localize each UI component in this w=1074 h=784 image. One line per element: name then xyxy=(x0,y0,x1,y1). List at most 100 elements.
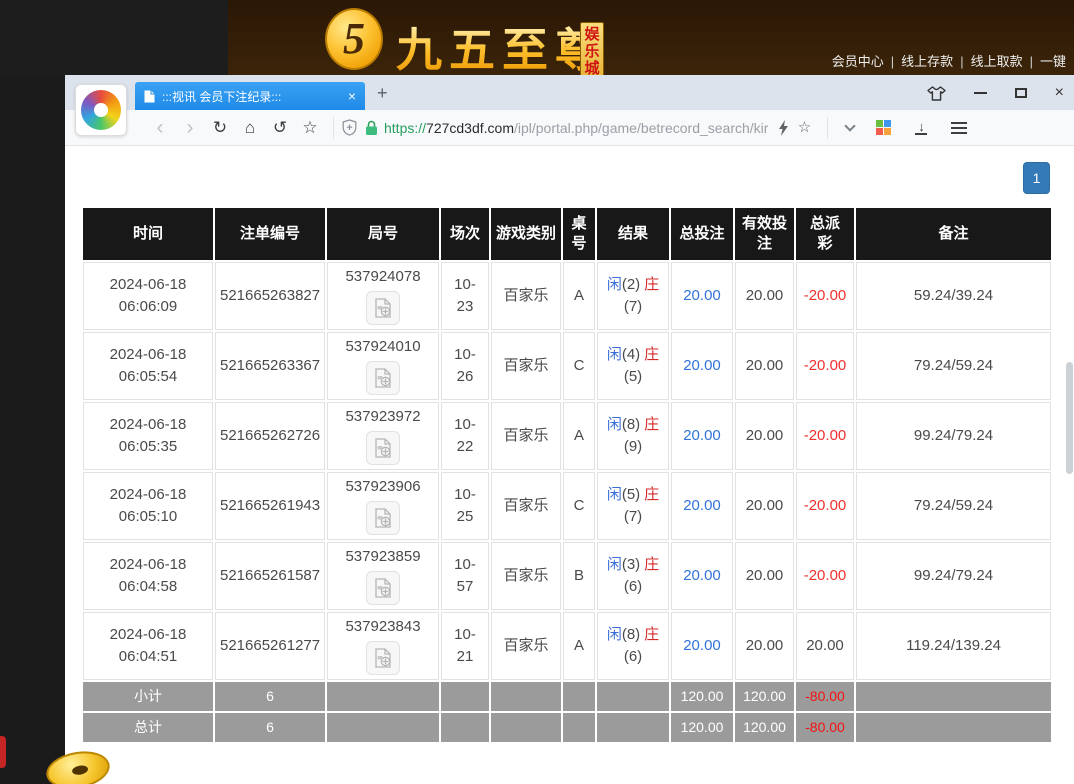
browser-toolbar: ‹ › ↻ ⌂ ↺ ☆ https://727cd3df.com/ipl/por… xyxy=(65,110,1074,146)
cell-total-bet[interactable]: 20.00 xyxy=(671,402,733,470)
site-nav: 会员中心|线上存款|线上取款|一键 xyxy=(828,51,1070,70)
cell-valid-bet: 20.00 xyxy=(735,402,794,470)
cell-time: 2024-06-1806:05:10 xyxy=(83,472,213,540)
cell-time: 2024-06-1806:04:51 xyxy=(83,612,213,680)
cell-table-no: A xyxy=(563,402,595,470)
cell-total-bet[interactable]: 20.00 xyxy=(671,262,733,330)
download-icon[interactable]: ↓ xyxy=(915,121,927,135)
video-replay-button[interactable] xyxy=(366,431,400,465)
cell-bet-id: 521665261277 xyxy=(215,612,325,680)
nav-separator: | xyxy=(1030,54,1033,69)
total-valid-bet: 120.00 xyxy=(735,713,794,742)
bet-record-table: 时间 注单编号 局号 场次 游戏类别 桌号 结果 总投注 有效投注 总派彩 备注… xyxy=(81,206,1053,744)
cell-total-bet[interactable]: 20.00 xyxy=(671,542,733,610)
bookmark-star-icon[interactable]: ☆ xyxy=(295,119,325,136)
address-bar[interactable]: https://727cd3df.com/ipl/portal.php/game… xyxy=(342,119,768,136)
total-label: 总计 xyxy=(83,713,213,742)
chevron-down-icon[interactable] xyxy=(845,120,856,131)
cell-valid-bet: 20.00 xyxy=(735,472,794,540)
forward-icon[interactable]: › xyxy=(175,117,205,138)
cell-result: 闲(8)庄(9) xyxy=(597,402,669,470)
col-header-payout: 总派彩 xyxy=(796,208,854,260)
theme-skin-icon[interactable] xyxy=(927,86,946,101)
cell-remark: 99.24/79.24 xyxy=(856,542,1051,610)
cell-payout: -20.00 xyxy=(796,542,854,610)
cell-remark: 79.24/59.24 xyxy=(856,332,1051,400)
col-header-session: 场次 xyxy=(441,208,489,260)
new-tab-button[interactable]: + xyxy=(377,83,388,104)
video-replay-button[interactable] xyxy=(366,571,400,605)
lock-icon xyxy=(365,120,378,136)
cell-table-no: C xyxy=(563,332,595,400)
nav-link-withdraw[interactable]: 线上取款 xyxy=(971,54,1023,69)
tab-betrecord[interactable]: :::视讯 会员下注纪录::: × xyxy=(135,82,365,110)
cell-result: 闲(2)庄(7) xyxy=(597,262,669,330)
window-controls: × xyxy=(899,82,1064,104)
nav-separator: | xyxy=(891,54,894,69)
col-header-total-bet: 总投注 xyxy=(671,208,733,260)
cell-valid-bet: 20.00 xyxy=(735,262,794,330)
browser-window: :::视讯 会员下注纪录::: × + × ‹ › ↻ ⌂ ↺ ☆ xyxy=(65,75,1074,784)
cell-bet-id: 521665263827 xyxy=(215,262,325,330)
cell-round: 537923859 xyxy=(327,542,439,610)
minimize-button[interactable] xyxy=(974,92,987,94)
table-row: 2024-06-1806:04:51 521665261277 53792384… xyxy=(83,612,1051,680)
scrollbar-thumb[interactable] xyxy=(1066,362,1073,474)
subtotal-row: 小计 6 120.00 120.00 -80.00 xyxy=(83,682,1051,711)
cell-payout: 20.00 xyxy=(796,612,854,680)
video-replay-button[interactable] xyxy=(366,291,400,325)
total-total-bet: 120.00 xyxy=(671,713,733,742)
brand-logo-icon: 5 xyxy=(325,8,383,70)
toolbar-divider xyxy=(333,117,334,139)
close-window-button[interactable]: × xyxy=(1055,85,1064,101)
col-header-valid-bet: 有效投注 xyxy=(735,208,794,260)
table-row: 2024-06-1806:05:10 521665261943 53792390… xyxy=(83,472,1051,540)
cell-total-bet[interactable]: 20.00 xyxy=(671,472,733,540)
browser-logo-button[interactable] xyxy=(75,84,127,136)
video-replay-button[interactable] xyxy=(366,641,400,675)
cell-result: 闲(4)庄(5) xyxy=(597,332,669,400)
apps-grid-icon[interactable] xyxy=(876,120,891,135)
url-path: /ipl/portal.php/game/betrecord_search/ki… xyxy=(514,120,768,136)
url-star-icon[interactable]: ☆ xyxy=(789,120,819,135)
cell-round: 537924078 xyxy=(327,262,439,330)
cell-table-no: B xyxy=(563,542,595,610)
undo-icon[interactable]: ↺ xyxy=(265,119,295,136)
refresh-icon[interactable]: ↻ xyxy=(205,119,235,136)
nav-link-member-center[interactable]: 会员中心 xyxy=(832,54,884,69)
pagination-page-1-button[interactable]: 1 xyxy=(1023,162,1050,194)
toolbar-divider xyxy=(827,117,828,139)
cell-valid-bet: 20.00 xyxy=(735,542,794,610)
site-header: 5 九五至尊 娱乐城 会员中心|线上存款|线上取款|一键 xyxy=(0,0,1074,75)
cell-valid-bet: 20.00 xyxy=(735,612,794,680)
video-replay-button[interactable] xyxy=(366,501,400,535)
cell-round: 537924010 xyxy=(327,332,439,400)
cell-remark: 99.24/79.24 xyxy=(856,402,1051,470)
maximize-button[interactable] xyxy=(1015,88,1027,98)
cell-game-type: 百家乐 xyxy=(491,262,561,330)
shield-icon xyxy=(342,119,357,136)
nav-link-quick[interactable]: 一键 xyxy=(1040,54,1066,69)
cell-remark: 59.24/39.24 xyxy=(856,262,1051,330)
col-header-remark: 备注 xyxy=(856,208,1051,260)
total-count: 6 xyxy=(215,713,325,742)
subtotal-valid-bet: 120.00 xyxy=(735,682,794,711)
side-widget[interactable] xyxy=(0,736,6,768)
back-icon[interactable]: ‹ xyxy=(145,117,175,138)
cell-total-bet[interactable]: 20.00 xyxy=(671,332,733,400)
col-header-game-type: 游戏类别 xyxy=(491,208,561,260)
menu-icon[interactable] xyxy=(951,122,967,124)
cell-round: 537923906 xyxy=(327,472,439,540)
browser-pinwheel-icon xyxy=(81,90,121,130)
subtotal-count: 6 xyxy=(215,682,325,711)
cell-table-no: C xyxy=(563,472,595,540)
home-icon[interactable]: ⌂ xyxy=(235,119,265,136)
video-replay-button[interactable] xyxy=(366,361,400,395)
cell-total-bet[interactable]: 20.00 xyxy=(671,612,733,680)
tab-close-icon[interactable]: × xyxy=(348,89,356,103)
nav-link-deposit[interactable]: 线上存款 xyxy=(901,54,953,69)
brand-title: 九五至尊 xyxy=(396,14,608,80)
lightning-icon[interactable] xyxy=(778,120,789,136)
cell-session: 10-22 xyxy=(441,402,489,470)
cell-table-no: A xyxy=(563,262,595,330)
